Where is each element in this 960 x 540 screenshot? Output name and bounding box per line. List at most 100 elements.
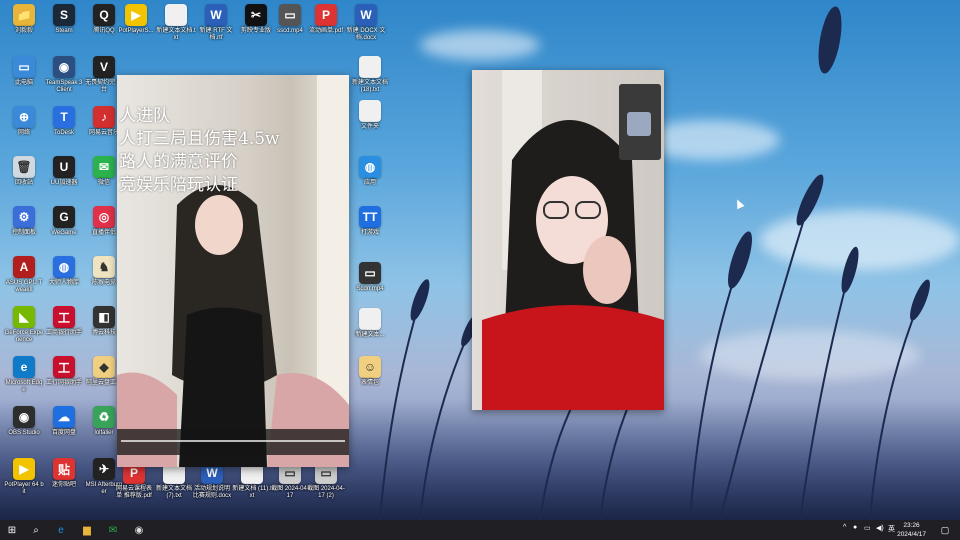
ime-indicator[interactable]: 英 (888, 524, 895, 534)
desktop-icon[interactable]: ▭ sscd.mp4 (270, 4, 310, 35)
desktop-icon[interactable]: ◉ TeamSpeak 3 Client (44, 56, 84, 94)
desktop-icon[interactable]: 新建文档 (11).txt (232, 462, 272, 500)
desktop-icon[interactable]: 工工商银行助手 (44, 306, 84, 337)
caption-line: 人打三局且伤害4.5w (119, 129, 280, 149)
desktop-icon[interactable]: P 流动画单.pdf (306, 4, 346, 35)
desktop-icon[interactable]: ☁ 百度网盘 (44, 406, 84, 437)
desktop-icon[interactable]: ◉ OBS Studio (4, 406, 44, 437)
desktop-icon[interactable]: 新建文本文档 (7).txt (154, 462, 194, 500)
volume-icon[interactable]: ◀) (876, 524, 884, 532)
desktop-icon[interactable]: W 新建 DOCX 文档.docx (346, 4, 386, 42)
desktop-icon[interactable]: T ToDesk (44, 106, 84, 137)
icon-label: PotPlayerS... (118, 28, 154, 34)
app-icon: T (53, 106, 75, 128)
icon-label: 控制面板 (11, 230, 36, 236)
app-icon: ✂ (245, 4, 267, 26)
network-icon[interactable]: ▭ (864, 524, 871, 532)
taskbar-app-edge[interactable]: e (52, 521, 70, 539)
app-icon (359, 56, 381, 78)
desktop-icon[interactable]: P 网易云课程表单 推荐版.pdf (114, 462, 154, 500)
player-control-bar[interactable] (117, 429, 349, 455)
desktop-icon[interactable]: G WeGame (44, 206, 84, 237)
app-icon: ♪ (93, 106, 115, 128)
desktop-icon[interactable]: S Steam (44, 4, 84, 35)
app-icon: ▭ (359, 262, 381, 284)
app-icon: ◍ (359, 156, 381, 178)
app-icon: 工 (53, 306, 75, 328)
icon-label: ASUS GPU TweakII (5, 280, 43, 293)
start-button[interactable]: ⊞ (3, 521, 21, 539)
desktop-icon[interactable]: 工工行网银助手 (44, 356, 84, 387)
notification-icon[interactable]: ▢ (936, 521, 954, 539)
icon-label: 新建文本文档(18).txt (351, 80, 388, 93)
icon-label: 新建 RTF 文档.rtf (199, 28, 233, 41)
desktop-icon[interactable]: 新建文本文档(18).txt (350, 56, 390, 94)
taskbar-app-explorer[interactable]: ▆ (78, 521, 96, 539)
desktop-icon[interactable]: 文件夹 (350, 100, 390, 131)
desktop-icon[interactable]: ▭ 此电脑 (4, 56, 44, 87)
video-player-window[interactable]: 人进队 人打三局且伤害4.5w 路人的满意评价 竞娱乐陪玩认证 (117, 75, 349, 467)
icon-label: OBS Studio (8, 430, 40, 436)
app-icon: 贴 (53, 458, 75, 480)
app-icon: W (355, 4, 377, 26)
seek-bar[interactable] (121, 440, 345, 442)
windows-icon: ⊞ (7, 524, 17, 536)
search-button[interactable]: ⌕ (27, 521, 45, 539)
desktop-icon[interactable]: ▶ PotPlayerS... (116, 4, 156, 35)
icon-label: 新建文本文档.txt (156, 28, 196, 41)
desktop-icon[interactable]: ◣ GeForce Experience (4, 306, 44, 344)
desktop-icon[interactable]: W 新建 RTF 文档.rtf (196, 4, 236, 42)
desktop-icon[interactable]: 新建文本... (350, 308, 390, 339)
desktop-icon[interactable]: ▭ Scdn.mp4 (350, 262, 390, 293)
desktop-icon[interactable]: ☺ 表情包 (350, 356, 390, 387)
desktop-icon[interactable]: ⚙ 控制面板 (4, 206, 44, 237)
app-icon: ▶ (13, 458, 35, 480)
obs-icon: ◉ (134, 524, 144, 536)
app-icon: ♞ (93, 256, 115, 278)
desktop-icon[interactable]: W 活动规划说明 比赛规则.docx (192, 462, 232, 500)
desktop-icon[interactable]: U UU加速器 (44, 156, 84, 187)
app-icon (165, 4, 187, 26)
app-icon: 📁 (13, 4, 35, 26)
desktop-icon[interactable]: ▭ 截图 2024-04-17 (2) (306, 462, 346, 500)
system-clock[interactable]: 23:26 2024/4/17 (897, 521, 926, 539)
desktop-icon[interactable]: ▭ 截图 2024-04-17 (270, 462, 310, 500)
desktop-icon[interactable]: ⊕ 网络 (4, 106, 44, 137)
icon-label: 刘毅毅 (14, 28, 33, 34)
desktop-icon[interactable]: A ASUS GPU TweakII (4, 256, 44, 294)
app-icon: W (205, 4, 227, 26)
desktop-icon[interactable]: TT 打游戏 (350, 206, 390, 237)
self-view-pip[interactable] (619, 84, 661, 160)
icon-label: 文件夹 (360, 124, 379, 130)
desktop-icon[interactable]: e Microsoft Edge (4, 356, 44, 394)
app-icon: e (13, 356, 35, 378)
desktop-icon[interactable]: ◍ 大师人物库 (44, 256, 84, 287)
app-icon: ◣ (13, 306, 35, 328)
app-icon: 🗑 (13, 156, 35, 178)
desktop-icon[interactable]: 📁 刘毅毅 (4, 4, 44, 35)
taskbar-app-wechat[interactable]: ✉ (104, 521, 122, 539)
app-icon: ◆ (93, 356, 115, 378)
video-call-window[interactable] (472, 70, 664, 410)
search-icon: ⌕ (33, 524, 39, 536)
app-icon: ▭ (279, 4, 301, 26)
app-icon: ☺ (359, 356, 381, 378)
icon-label: 网易云课程表单 推荐版.pdf (115, 486, 152, 499)
icon-label: GeForce Experience (4, 330, 44, 343)
clock-date: 2024/4/17 (897, 531, 926, 538)
clock-time: 23:26 (903, 522, 920, 529)
desktop-icon[interactable]: ▶ PotPlayer 64 bit (4, 458, 44, 496)
desktop-icon[interactable]: ◍ 应用 (350, 156, 390, 187)
icon-label: 应用 (363, 180, 376, 186)
icon-label: 工商银行助手 (45, 330, 82, 336)
taskbar-app-obs[interactable]: ◉ (130, 521, 148, 539)
chevron-up-icon[interactable]: ^ (843, 524, 846, 531)
desktop-icon[interactable]: 🗑 回收站 (4, 156, 44, 187)
app-icon: ✈ (93, 458, 115, 480)
desktop-icon[interactable]: 贴迷你贴吧 (44, 458, 84, 489)
icon-label: 工行网银助手 (45, 380, 82, 386)
app-icon: ◧ (93, 306, 115, 328)
desktop-icon[interactable]: 新建文本文档.txt (156, 4, 196, 42)
icon-label: 此电脑 (14, 80, 33, 86)
microphone-icon[interactable]: ● (853, 524, 857, 531)
